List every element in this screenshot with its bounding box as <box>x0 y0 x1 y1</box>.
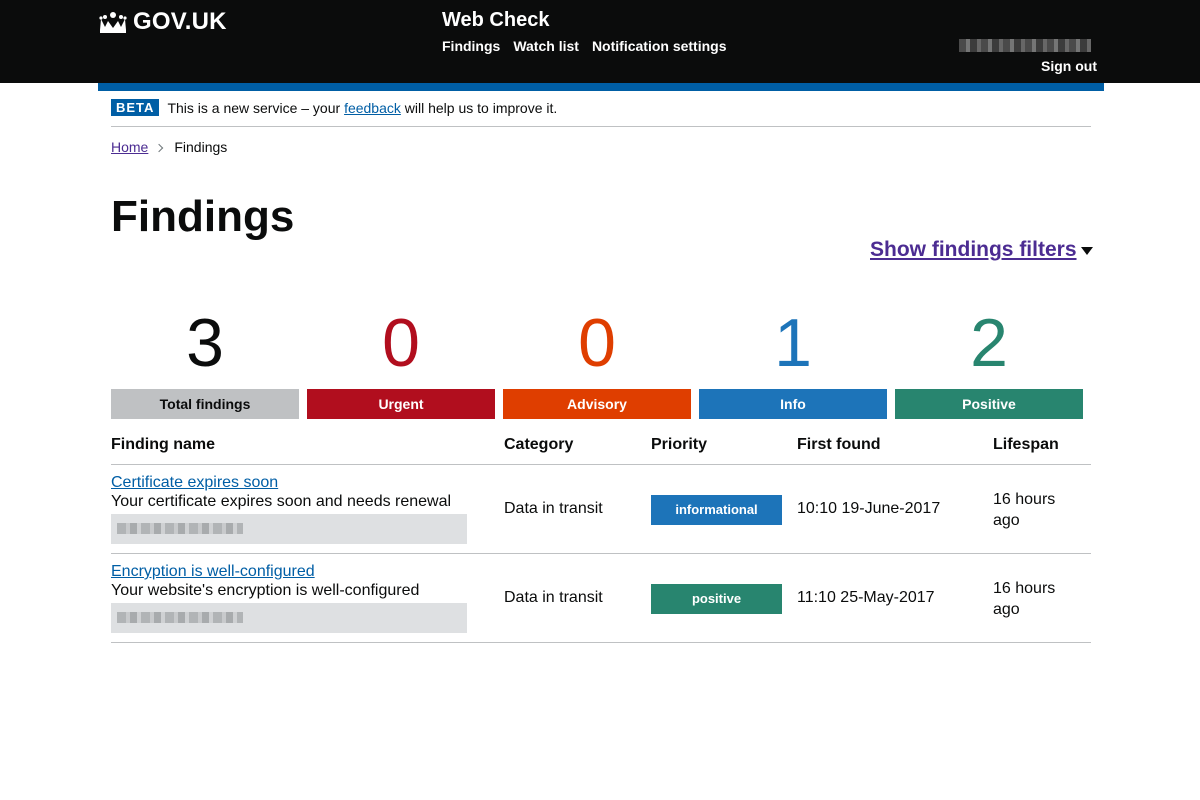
caret-down-icon <box>1080 247 1093 255</box>
first-found-cell: 10:10 19-June-2017 <box>797 500 941 517</box>
lifespan-line: 16 hours <box>993 580 1056 597</box>
nav-findings[interactable]: Findings <box>442 38 500 54</box>
chevron-right-icon <box>155 143 164 153</box>
finding-description: Your website's encryption is well-config… <box>111 582 420 599</box>
crown-icon <box>99 12 127 33</box>
summary-urgent: 0 Urgent <box>307 300 495 419</box>
col-header-priority: Priority <box>651 436 708 453</box>
summary-advisory: 0 Advisory <box>503 300 691 419</box>
col-header-category: Category <box>504 436 574 453</box>
table-row: Encryption is well-configured Your websi… <box>111 554 1091 643</box>
table-row-divider <box>111 642 1091 643</box>
service-name-link[interactable]: Web Check <box>442 9 549 32</box>
col-header-lifespan: Lifespan <box>993 436 1059 453</box>
col-header-finding-name: Finding name <box>111 436 215 453</box>
logo-text: GOV.UK <box>133 8 227 35</box>
finding-cell: Encryption is well-configured Your websi… <box>111 563 467 633</box>
first-found-cell: 11:10 25-May-2017 <box>797 589 935 606</box>
sign-out-link[interactable]: Sign out <box>1041 58 1097 74</box>
feedback-link[interactable]: feedback <box>344 100 401 116</box>
priority-badge: positive <box>651 584 782 614</box>
summary-count: 2 <box>970 305 1008 381</box>
lifespan-cell: 16 hours ago <box>993 489 1055 531</box>
summary-label: Positive <box>895 389 1083 419</box>
govuk-logo-link[interactable]: GOV.UK <box>98 8 227 36</box>
summary-label: Advisory <box>503 389 691 419</box>
banner-text-after: will help us to improve it. <box>400 100 558 116</box>
breadcrumb: Home Findings <box>111 139 227 155</box>
summary-count: 3 <box>186 305 224 381</box>
nav-notification-settings[interactable]: Notification settings <box>592 38 727 54</box>
summary-count: 0 <box>382 305 420 381</box>
user-email-redacted <box>959 39 1091 52</box>
breadcrumb-current: Findings <box>174 139 228 155</box>
phase-banner: BETA This is a new service – your feedba… <box>111 99 1091 127</box>
summary-positive: 2 Positive <box>895 300 1083 419</box>
col-header-first-found: First found <box>797 436 881 453</box>
summary-label: Total findings <box>111 389 299 419</box>
lifespan-line: ago <box>993 601 1020 618</box>
category-cell: Data in transit <box>504 500 603 517</box>
summary-count: 0 <box>578 305 616 381</box>
table-row: Certificate expires soon Your certificat… <box>111 465 1091 554</box>
breadcrumb-home[interactable]: Home <box>111 139 148 155</box>
show-filters-toggle[interactable]: Show findings filters <box>870 238 1093 262</box>
finding-description: Your certificate expires soon and needs … <box>111 493 452 510</box>
finding-link[interactable]: Certificate expires soon <box>111 474 278 491</box>
summary-label: Urgent <box>307 389 495 419</box>
finding-url-redacted <box>111 514 467 544</box>
finding-link[interactable]: Encryption is well-configured <box>111 563 315 580</box>
priority-badge: informational <box>651 495 782 525</box>
main-nav: Findings Watch list Notification setting… <box>442 38 740 54</box>
filters-link-label: Show findings filters <box>870 238 1077 261</box>
finding-cell: Certificate expires soon Your certificat… <box>111 474 467 544</box>
lifespan-line: 16 hours <box>993 491 1056 508</box>
summary-count: 1 <box>774 305 812 381</box>
lifespan-cell: 16 hours ago <box>993 578 1055 620</box>
summary-info: 1 Info <box>699 300 887 419</box>
site-header: GOV.UK Web Check Findings Watch list Not… <box>0 0 1200 83</box>
banner-text-before: This is a new service – your <box>167 100 345 116</box>
summary-total: 3 Total findings <box>111 300 299 419</box>
page-title: Findings <box>111 192 295 241</box>
header-accent-bar <box>98 83 1104 91</box>
nav-watch-list[interactable]: Watch list <box>513 38 579 54</box>
phase-banner-text: This is a new service – your feedback wi… <box>167 99 557 118</box>
category-cell: Data in transit <box>504 589 603 606</box>
lifespan-line: ago <box>993 512 1020 529</box>
finding-url-redacted <box>111 603 467 633</box>
summary-label: Info <box>699 389 887 419</box>
beta-tag: BETA <box>111 99 160 116</box>
